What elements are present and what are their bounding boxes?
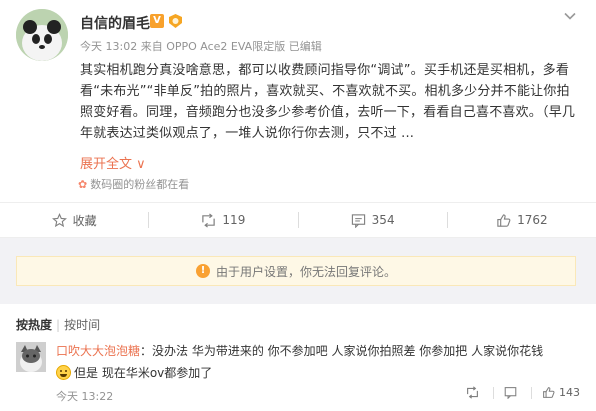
notice-text: 由于用户设置，你无法回复评论。	[215, 264, 396, 279]
divider	[493, 386, 494, 399]
expand-full-text-link[interactable]: 展开全文 ∨	[80, 153, 146, 172]
username[interactable]: 自信的眉毛	[80, 13, 150, 33]
post-meta: 今天 13:02 来自 OPPO Ace2 EVA限定版 已编辑	[80, 40, 322, 53]
like-count: 1762	[517, 213, 548, 227]
user-avatar[interactable]	[16, 9, 68, 61]
commenter-avatar[interactable]	[16, 342, 46, 372]
sort-by-hot-tab[interactable]: 按热度	[16, 318, 52, 332]
comment-like-button[interactable]: 143	[542, 386, 580, 399]
post-text: 其实相机跑分真没啥意思，都可以收费顾问指导你“调试”。买手机还是买相机，多看看“…	[80, 63, 576, 141]
reply-disabled-notice: ! 由于用户设置，你无法回复评论。	[16, 256, 576, 286]
like-button[interactable]: 1762	[448, 203, 596, 237]
comment-time: 今天 13:22	[56, 390, 114, 403]
sort-separator: |	[56, 318, 61, 332]
comment-icon	[351, 213, 365, 228]
flower-icon: ✿	[78, 178, 88, 191]
repost-icon	[467, 386, 478, 399]
repost-button[interactable]: 119	[149, 203, 297, 237]
comment-reply-button[interactable]	[504, 386, 521, 399]
fans-note: ✿ 数码圈的粉丝都在看	[78, 176, 189, 192]
comment-repost-button[interactable]	[466, 386, 483, 399]
favorite-button[interactable]: 收藏	[0, 203, 148, 237]
thumbs-up-icon	[497, 213, 511, 227]
comment-button[interactable]: 354	[299, 203, 447, 237]
notice-area: ! 由于用户设置，你无法回复评论。	[0, 238, 596, 304]
warning-icon: !	[195, 264, 210, 278]
divider	[531, 386, 532, 399]
repost-icon	[202, 212, 216, 228]
comment-body: 口吹大大泡泡糖：没办法 华为带进来的 你不参加吧 人家说你拍照差 你参加把 人家…	[56, 342, 543, 359]
commenter-name[interactable]: 口吹大大泡泡糖	[56, 344, 140, 358]
comment-body-line2: 但是 现在华米ov都参加了	[56, 364, 212, 381]
comment-text-2: 但是 现在华米ov都参加了	[74, 366, 213, 380]
verified-badge-icon: V	[150, 14, 164, 28]
chevron-down-icon[interactable]	[562, 8, 578, 24]
star-icon	[51, 212, 67, 227]
fans-note-text: 数码圈的粉丝都在看	[90, 178, 190, 191]
comment-like-count: 143	[559, 386, 580, 399]
comment-text: ：没办法 华为带进来的 你不参加吧 人家说你拍照差 你参加把 人家说你花钱	[140, 344, 544, 358]
comment-actions: 143	[466, 386, 580, 399]
comment-count: 354	[371, 213, 395, 227]
comment-sort: 按热度 | 按时间	[16, 316, 100, 333]
thumbs-up-icon	[543, 387, 555, 398]
comment-icon	[504, 387, 517, 399]
weibo-post: 自信的眉毛 V 今天 13:02 来自 OPPO Ace2 EVA限定版 已编辑…	[0, 0, 596, 411]
level-badge-icon	[169, 14, 182, 28]
action-bar: 收藏 119 354 1762	[0, 202, 596, 238]
repost-count: 119	[222, 213, 246, 227]
favorite-label: 收藏	[72, 213, 97, 228]
sort-by-time-tab[interactable]: 按时间	[64, 318, 100, 332]
laughing-emoji-icon	[56, 365, 71, 380]
